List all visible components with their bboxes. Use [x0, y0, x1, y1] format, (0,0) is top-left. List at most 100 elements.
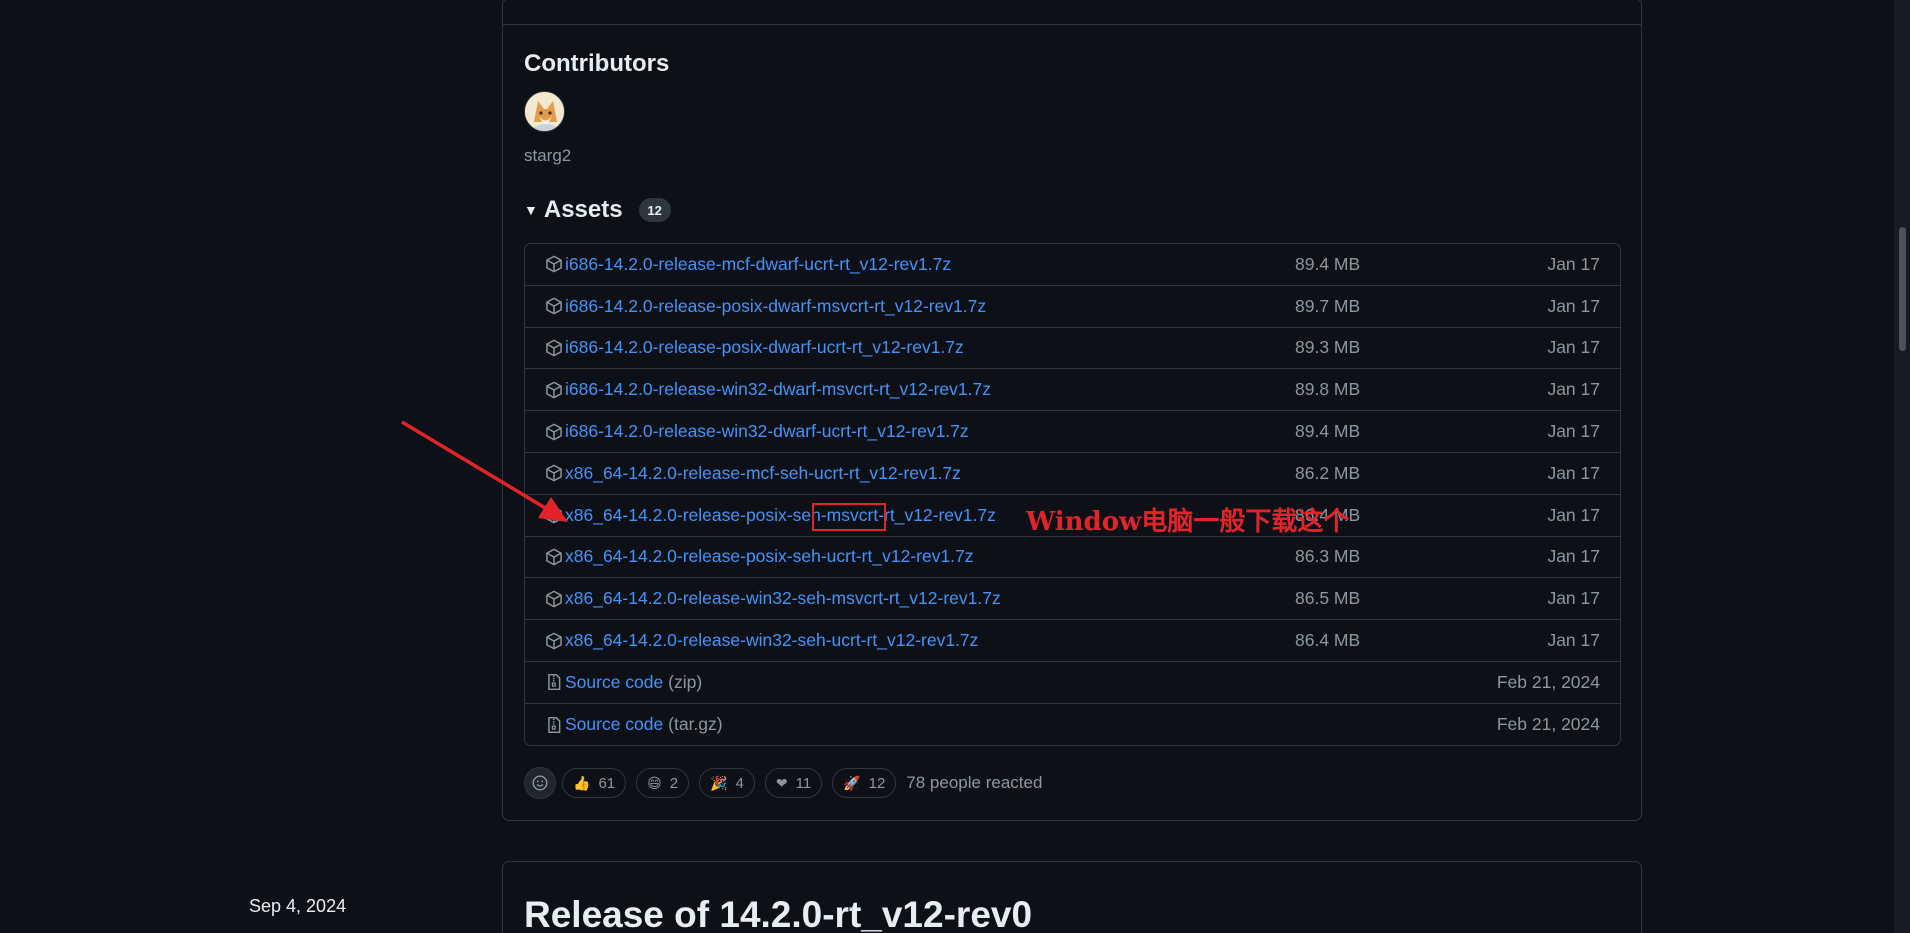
asset-date: Jan 17: [1547, 546, 1600, 567]
annotation-text: Window电脑一般下载这个: [1026, 507, 1350, 537]
asset-date: Jan 17: [1547, 253, 1600, 274]
asset-name: x86_64-14.2.0-release-win32-seh-ucrt-rt_…: [565, 630, 979, 651]
release-title[interactable]: Release of 14.2.0-rt_v12-rev0: [524, 894, 1032, 933]
asset-date: Feb 21, 2024: [1496, 714, 1600, 735]
asset-link[interactable]: x86_64-14.2.0-release-win32-seh-ucrt-rt_…: [565, 630, 978, 651]
asset-name: i686-14.2.0-release-mcf-dwarf-ucrt-rt_v1…: [565, 253, 952, 274]
assets-toggle[interactable]: ▼ Assets 12: [524, 195, 671, 225]
scrollbar-thumb[interactable]: [1899, 227, 1906, 351]
file-zip-icon: [545, 716, 563, 734]
reaction-count: 11: [795, 774, 812, 792]
reaction-button[interactable]: 🎉 4: [699, 768, 755, 798]
asset-row: x86_64-14.2.0-release-win32-seh-ucrt-rt_…: [525, 620, 1620, 662]
asset-name: x86_64-14.2.0-release-posix-seh-ucrt-rt_…: [565, 546, 974, 567]
asset-link[interactable]: i686-14.2.0-release-mcf-dwarf-ucrt-rt_v1…: [565, 254, 951, 275]
asset-date: Jan 17: [1547, 421, 1600, 442]
asset-link[interactable]: i686-14.2.0-release-posix-dwarf-ucrt-rt_…: [565, 337, 964, 358]
asset-date: Jan 17: [1547, 630, 1600, 651]
avatar-image: [525, 92, 564, 131]
asset-row: i686-14.2.0-release-posix-dwarf-msvcrt-r…: [525, 286, 1620, 328]
package-icon: [545, 255, 563, 273]
asset-link[interactable]: Source code (zip): [565, 672, 702, 693]
contributors-title: Contributors: [524, 50, 670, 77]
reaction-button[interactable]: ❤ 11: [764, 768, 823, 798]
reaction-button[interactable]: 😄 2: [636, 768, 690, 798]
asset-size: 86.4 MB: [1295, 630, 1361, 651]
asset-size: 89.3 MB: [1295, 337, 1361, 358]
reactions-bar: 👍 61 😄 2 🎉 4 ❤ 11 🚀 12 78 people reacted: [524, 767, 1042, 799]
reaction-count: 61: [598, 774, 616, 792]
asset-date: Jan 17: [1547, 379, 1600, 400]
reaction-count: 4: [735, 774, 744, 792]
asset-row: x86_64-14.2.0-release-mcf-seh-ucrt-rt_v1…: [525, 453, 1620, 495]
asset-link[interactable]: x86_64-14.2.0-release-mcf-seh-ucrt-rt_v1…: [565, 463, 961, 484]
release-date: Sep 4, 2024: [249, 896, 347, 916]
asset-date: Jan 17: [1547, 462, 1600, 483]
package-icon: [545, 548, 563, 566]
package-icon: [545, 297, 563, 315]
asset-size: 89.8 MB: [1295, 379, 1361, 400]
asset-row: i686-14.2.0-release-posix-dwarf-ucrt-rt_…: [525, 328, 1620, 370]
asset-row: x86_64-14.2.0-release-win32-seh-msvcrt-r…: [525, 578, 1620, 621]
asset-row: Source code (zip) Feb 21, 2024: [525, 662, 1620, 704]
reaction-summary: 78 people reacted: [906, 773, 1043, 792]
asset-extension: (zip): [668, 671, 703, 692]
asset-name: x86_64-14.2.0-release-mcf-seh-ucrt-rt_v1…: [565, 462, 961, 483]
reaction-count: 12: [868, 774, 886, 792]
asset-size: 86.3 MB: [1295, 546, 1361, 567]
asset-size: 86.2 MB: [1295, 462, 1361, 483]
avatar[interactable]: [524, 91, 565, 132]
asset-link[interactable]: i686-14.2.0-release-posix-dwarf-msvcrt-r…: [565, 296, 986, 317]
laugh-icon: 😄: [647, 775, 662, 791]
asset-row: i686-14.2.0-release-mcf-dwarf-ucrt-rt_v1…: [525, 244, 1620, 286]
asset-link[interactable]: x86_64-14.2.0-release-posix-seh-ucrt-rt_…: [565, 546, 974, 567]
contributor-name[interactable]: starg2: [524, 146, 571, 166]
asset-date: Jan 17: [1547, 588, 1600, 609]
caret-down-icon: ▼: [524, 202, 538, 218]
asset-name: i686-14.2.0-release-win32-dwarf-ucrt-rt_…: [565, 421, 969, 442]
asset-row: x86_64-14.2.0-release-posix-seh-ucrt-rt_…: [525, 537, 1620, 579]
asset-link[interactable]: Source code (tar.gz): [565, 714, 723, 735]
asset-name: i686-14.2.0-release-posix-dwarf-ucrt-rt_…: [565, 337, 964, 358]
asset-date: Jan 17: [1547, 504, 1600, 525]
asset-size: 89.7 MB: [1295, 295, 1361, 316]
package-icon: [545, 381, 563, 399]
smiley-icon: [532, 775, 548, 791]
asset-link[interactable]: i686-14.2.0-release-win32-dwarf-ucrt-rt_…: [565, 421, 969, 442]
reaction-button[interactable]: 👍 61: [562, 768, 627, 798]
add-reaction-button[interactable]: [524, 767, 556, 799]
asset-size: 89.4 MB: [1295, 253, 1361, 274]
package-icon: [545, 590, 563, 608]
package-icon: [545, 464, 563, 482]
file-zip-icon: [545, 673, 563, 691]
asset-date: Jan 17: [1547, 295, 1600, 316]
asset-link[interactable]: i686-14.2.0-release-win32-dwarf-msvcrt-r…: [565, 379, 991, 400]
asset-name: i686-14.2.0-release-posix-dwarf-msvcrt-r…: [565, 295, 987, 316]
scrollbar[interactable]: [1894, 0, 1910, 933]
package-icon: [545, 506, 563, 524]
asset-link[interactable]: x86_64-14.2.0-release-win32-seh-msvcrt-r…: [565, 588, 1001, 609]
reaction-button[interactable]: 🚀 12: [832, 768, 897, 798]
asset-row: i686-14.2.0-release-win32-dwarf-ucrt-rt_…: [525, 411, 1620, 453]
hooray-icon: 🎉: [710, 775, 728, 791]
reaction-count: 2: [669, 774, 679, 792]
asset-name: x86_64-14.2.0-release-win32-seh-msvcrt-r…: [565, 588, 1001, 609]
annotation-highlight-box: [812, 503, 886, 531]
rocket-icon: 🚀: [843, 775, 861, 791]
asset-size: 86.5 MB: [1295, 588, 1361, 609]
next-release-card: Release of 14.2.0-rt_v12-rev0: [502, 861, 1642, 933]
release-card: Contributors starg2 ▼ Assets 12 i686-14.…: [502, 0, 1642, 821]
asset-row: i686-14.2.0-release-win32-dwarf-msvcrt-r…: [525, 369, 1620, 412]
asset-name: Source code: [565, 714, 664, 735]
asset-link[interactable]: x86_64-14.2.0-release-posix-seh-msvcrt-r…: [565, 505, 996, 526]
asset-size: 89.4 MB: [1295, 421, 1361, 442]
assets-list: i686-14.2.0-release-mcf-dwarf-ucrt-rt_v1…: [524, 243, 1621, 746]
package-icon: [545, 339, 563, 357]
asset-name: Source code: [565, 671, 664, 692]
divider: [503, 24, 1641, 25]
package-icon: [545, 423, 563, 441]
asset-date: Jan 17: [1547, 337, 1600, 358]
package-icon: [545, 632, 563, 650]
thumbs-up-icon: 👍: [573, 775, 591, 791]
asset-extension: (tar.gz): [668, 714, 723, 735]
